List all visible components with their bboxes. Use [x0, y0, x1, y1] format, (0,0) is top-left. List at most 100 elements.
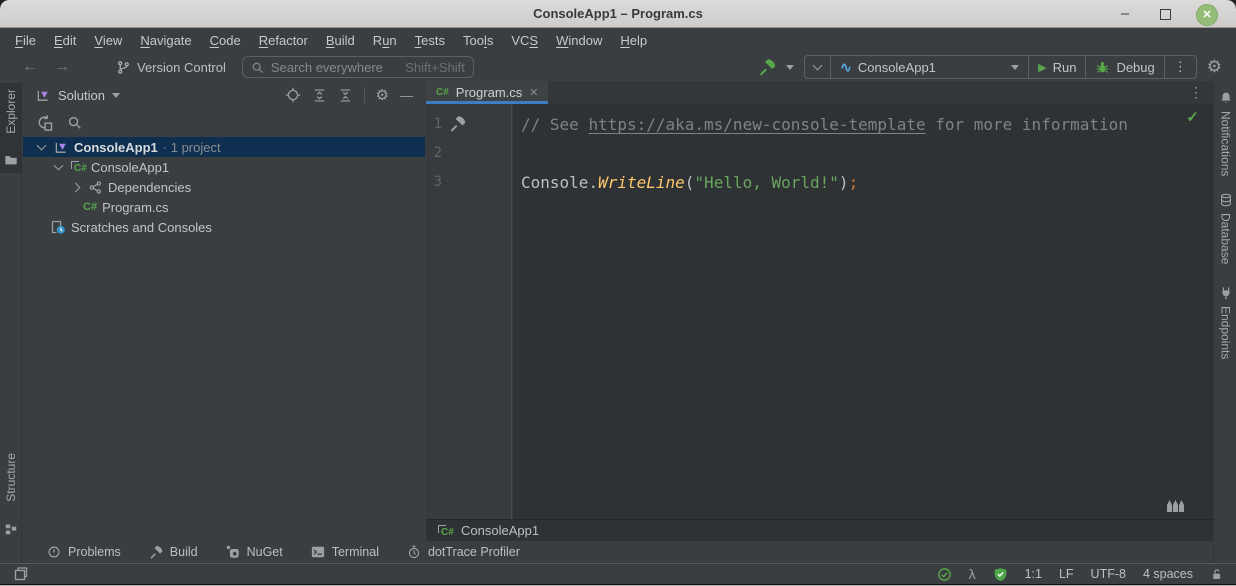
search-placeholder: Search everywhere — [271, 60, 383, 75]
ellipsis-v-icon: ⋮ — [1174, 59, 1187, 75]
menu-build[interactable]: Build — [317, 28, 364, 53]
solution-explorer-panel: Solution ⚙ — ConsoleApp1 · 1 project — [23, 81, 425, 541]
solution-panel-toolbar — [23, 109, 425, 135]
run-widget-chevron[interactable] — [805, 56, 831, 78]
tab-program-cs[interactable]: C# Program.cs ✕ — [426, 81, 548, 104]
minimize-button[interactable]: – — [1114, 4, 1136, 26]
tab-build[interactable]: Build — [149, 545, 198, 559]
panel-search-icon[interactable] — [67, 115, 82, 130]
menu-tools[interactable]: Tools — [454, 28, 502, 53]
tree-row-program-cs[interactable]: C# Program.cs — [23, 197, 425, 217]
menu-vcs[interactable]: VCS — [502, 28, 547, 53]
file-encoding[interactable]: UTF-8 — [1091, 567, 1126, 581]
maximize-button[interactable] — [1154, 4, 1176, 26]
menu-navigate[interactable]: Navigate — [131, 28, 200, 53]
tree-row-scratches[interactable]: Scratches and Consoles — [23, 217, 425, 237]
run-icon: ▶ — [1038, 61, 1046, 74]
solution-panel-title[interactable]: Solution — [58, 88, 105, 103]
more-run-options-button[interactable]: ⋮ — [1165, 56, 1196, 78]
search-everywhere-field[interactable]: Search everywhere Shift+Shift — [242, 56, 474, 78]
build-hammer-icon[interactable] — [758, 58, 776, 76]
solution-node-label: ConsoleApp1 — [74, 140, 158, 155]
menu-refactor[interactable]: Refactor — [250, 28, 317, 53]
run-config-selector[interactable]: ∿ ConsoleApp1 — [831, 56, 1029, 78]
expand-all-icon[interactable] — [312, 88, 327, 103]
editor-gutter: 1 2 3 — [426, 104, 512, 519]
menu-run[interactable]: Run — [364, 28, 406, 53]
tab-label: Program.cs — [456, 85, 522, 100]
line-ending[interactable]: LF — [1059, 567, 1074, 581]
locate-in-editor-icon[interactable] — [285, 87, 301, 103]
breadcrumb-project[interactable]: ConsoleApp1 — [461, 523, 539, 538]
code-vision-lambda-icon[interactable]: λ — [969, 566, 976, 582]
settings-gear-icon[interactable]: ⚙ — [1207, 57, 1222, 77]
endpoints-icon — [1219, 286, 1233, 300]
menu-bar: File Edit View Navigate Code Refactor Bu… — [0, 28, 1236, 53]
pens-widget-icon[interactable] — [1161, 495, 1191, 513]
menu-file[interactable]: File — [6, 28, 45, 53]
scratches-node-label: Scratches and Consoles — [71, 220, 212, 235]
line-number: 2 — [428, 139, 442, 168]
tab-nuget[interactable]: NuGet — [226, 545, 283, 559]
build-options-caret[interactable] — [786, 65, 794, 70]
tree-row-dependencies[interactable]: Dependencies — [23, 177, 425, 197]
write-lock-icon[interactable] — [1210, 568, 1223, 581]
indent-setting[interactable]: 4 spaces — [1143, 567, 1193, 581]
debug-button[interactable]: Debug — [1086, 56, 1164, 78]
code-editor[interactable]: // See https://aka.ms/new-console-templa… — [513, 104, 1213, 519]
tab-database[interactable]: Database — [1214, 193, 1236, 264]
menu-help[interactable]: Help — [611, 28, 656, 53]
inspection-ok-check-icon[interactable]: ✓ — [1186, 108, 1199, 126]
structure-label: Structure — [4, 453, 18, 502]
menu-edit[interactable]: Edit — [45, 28, 85, 53]
tool-window-switcher-icon[interactable] — [13, 566, 29, 582]
solution-node-suffix: · 1 project — [163, 140, 221, 155]
search-icon — [251, 61, 264, 74]
version-control-widget[interactable]: Version Control — [116, 60, 226, 75]
run-config-group: ∿ ConsoleApp1 ▶ Run Debug ⋮ — [804, 55, 1197, 79]
back-button[interactable]: ← — [14, 58, 46, 76]
tree-row-solution[interactable]: ConsoleApp1 · 1 project — [23, 137, 425, 157]
collapse-all-icon[interactable] — [338, 88, 353, 103]
status-ok-icon[interactable] — [937, 567, 952, 582]
solution-analysis-shield-icon[interactable] — [993, 567, 1008, 582]
chevron-right-icon[interactable] — [70, 182, 80, 192]
left-tool-strip: Explorer Structure — [0, 81, 22, 563]
chevron-down-icon[interactable] — [53, 161, 63, 171]
caret-position[interactable]: 1:1 — [1025, 567, 1042, 581]
locate-file-icon[interactable] — [36, 114, 53, 131]
gutter-hammer-icon[interactable] — [449, 115, 466, 132]
tab-problems[interactable]: Problems — [47, 545, 121, 559]
version-control-label: Version Control — [137, 60, 226, 75]
terminal-icon — [311, 545, 325, 559]
tab-structure[interactable]: Structure — [0, 449, 22, 559]
close-button[interactable]: ✕ — [1196, 4, 1218, 26]
tab-options-ellipsis[interactable]: ⋮ — [1189, 81, 1203, 104]
problems-icon — [47, 545, 61, 559]
chevron-down-icon[interactable] — [36, 141, 46, 151]
database-icon — [1219, 193, 1233, 207]
main-toolbar: ← → Version Control Search everywhere Sh… — [0, 53, 1236, 81]
comment-link[interactable]: https://aka.ms/new-console-template — [588, 115, 925, 134]
solution-tree: ConsoleApp1 · 1 project C# ConsoleApp1 D… — [23, 137, 425, 237]
notifications-label: Notifications — [1219, 111, 1233, 176]
tree-row-project[interactable]: C# ConsoleApp1 — [23, 157, 425, 177]
dotnet-icon: ∿ — [840, 59, 852, 76]
run-button[interactable]: ▶ Run — [1029, 56, 1086, 78]
tab-notifications[interactable]: Notifications — [1214, 91, 1236, 176]
explorer-label: Explorer — [4, 89, 18, 134]
tab-explorer[interactable]: Explorer — [0, 83, 22, 173]
tab-endpoints[interactable]: Endpoints — [1214, 286, 1236, 359]
forward-button[interactable]: → — [46, 58, 78, 76]
dottrace-label: dotTrace Profiler — [428, 545, 520, 559]
solution-view-caret[interactable] — [112, 93, 120, 98]
menu-view[interactable]: View — [85, 28, 131, 53]
tab-close-icon[interactable]: ✕ — [529, 86, 538, 99]
hide-panel-button[interactable]: — — [400, 88, 413, 103]
menu-tests[interactable]: Tests — [406, 28, 454, 53]
tab-dottrace-profiler[interactable]: dotTrace Profiler — [407, 545, 520, 559]
menu-window[interactable]: Window — [547, 28, 611, 53]
menu-code[interactable]: Code — [201, 28, 250, 53]
tab-terminal[interactable]: Terminal — [311, 545, 379, 559]
panel-options-gear-icon[interactable]: ⚙ — [376, 86, 389, 104]
